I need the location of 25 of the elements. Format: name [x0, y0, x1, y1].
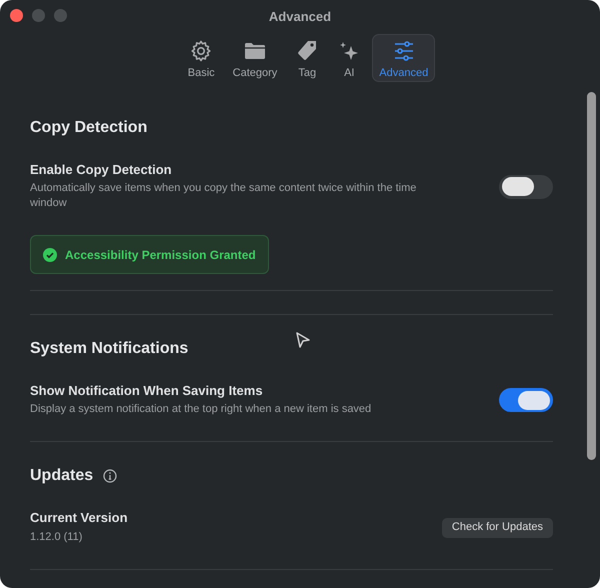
- permission-text: Accessibility Permission Granted: [65, 246, 256, 264]
- setting-description: Display a system notification at the top right when a new item is saved: [30, 402, 372, 417]
- setting-description: Automatically save items when you copy the same content twice within the time window: [30, 181, 418, 211]
- check-updates-button[interactable]: Check for Updates: [442, 518, 553, 538]
- setting-label: Show Notification When Saving Items: [30, 383, 264, 399]
- tab[interactable]: AI: [330, 34, 368, 82]
- section-title: Updates: [30, 466, 94, 486]
- setting-label: Current Version: [30, 510, 128, 526]
- close-button[interactable]: [10, 8, 23, 22]
- setting-label: Enable Copy Detection: [30, 162, 173, 178]
- tab[interactable]: Category: [226, 34, 284, 82]
- settings-icon: [189, 39, 214, 63]
- tab[interactable]: Advanced: [372, 34, 436, 82]
- section-title: Copy Detection: [30, 118, 148, 138]
- scrollbar[interactable]: [587, 92, 596, 460]
- section-title: System Notifications: [30, 339, 188, 359]
- toggle-switch[interactable]: [499, 388, 553, 412]
- cursor-icon: [295, 331, 311, 349]
- version-number: 1.12.0 (11): [30, 530, 84, 545]
- checkmark-icon: [43, 248, 57, 262]
- window-title: Advanced: [268, 8, 332, 26]
- info-icon[interactable]: [103, 469, 118, 483]
- toggle-switch[interactable]: [499, 174, 553, 198]
- tab[interactable]: Basic: [180, 34, 222, 82]
- tab[interactable]: Tag: [288, 34, 326, 82]
